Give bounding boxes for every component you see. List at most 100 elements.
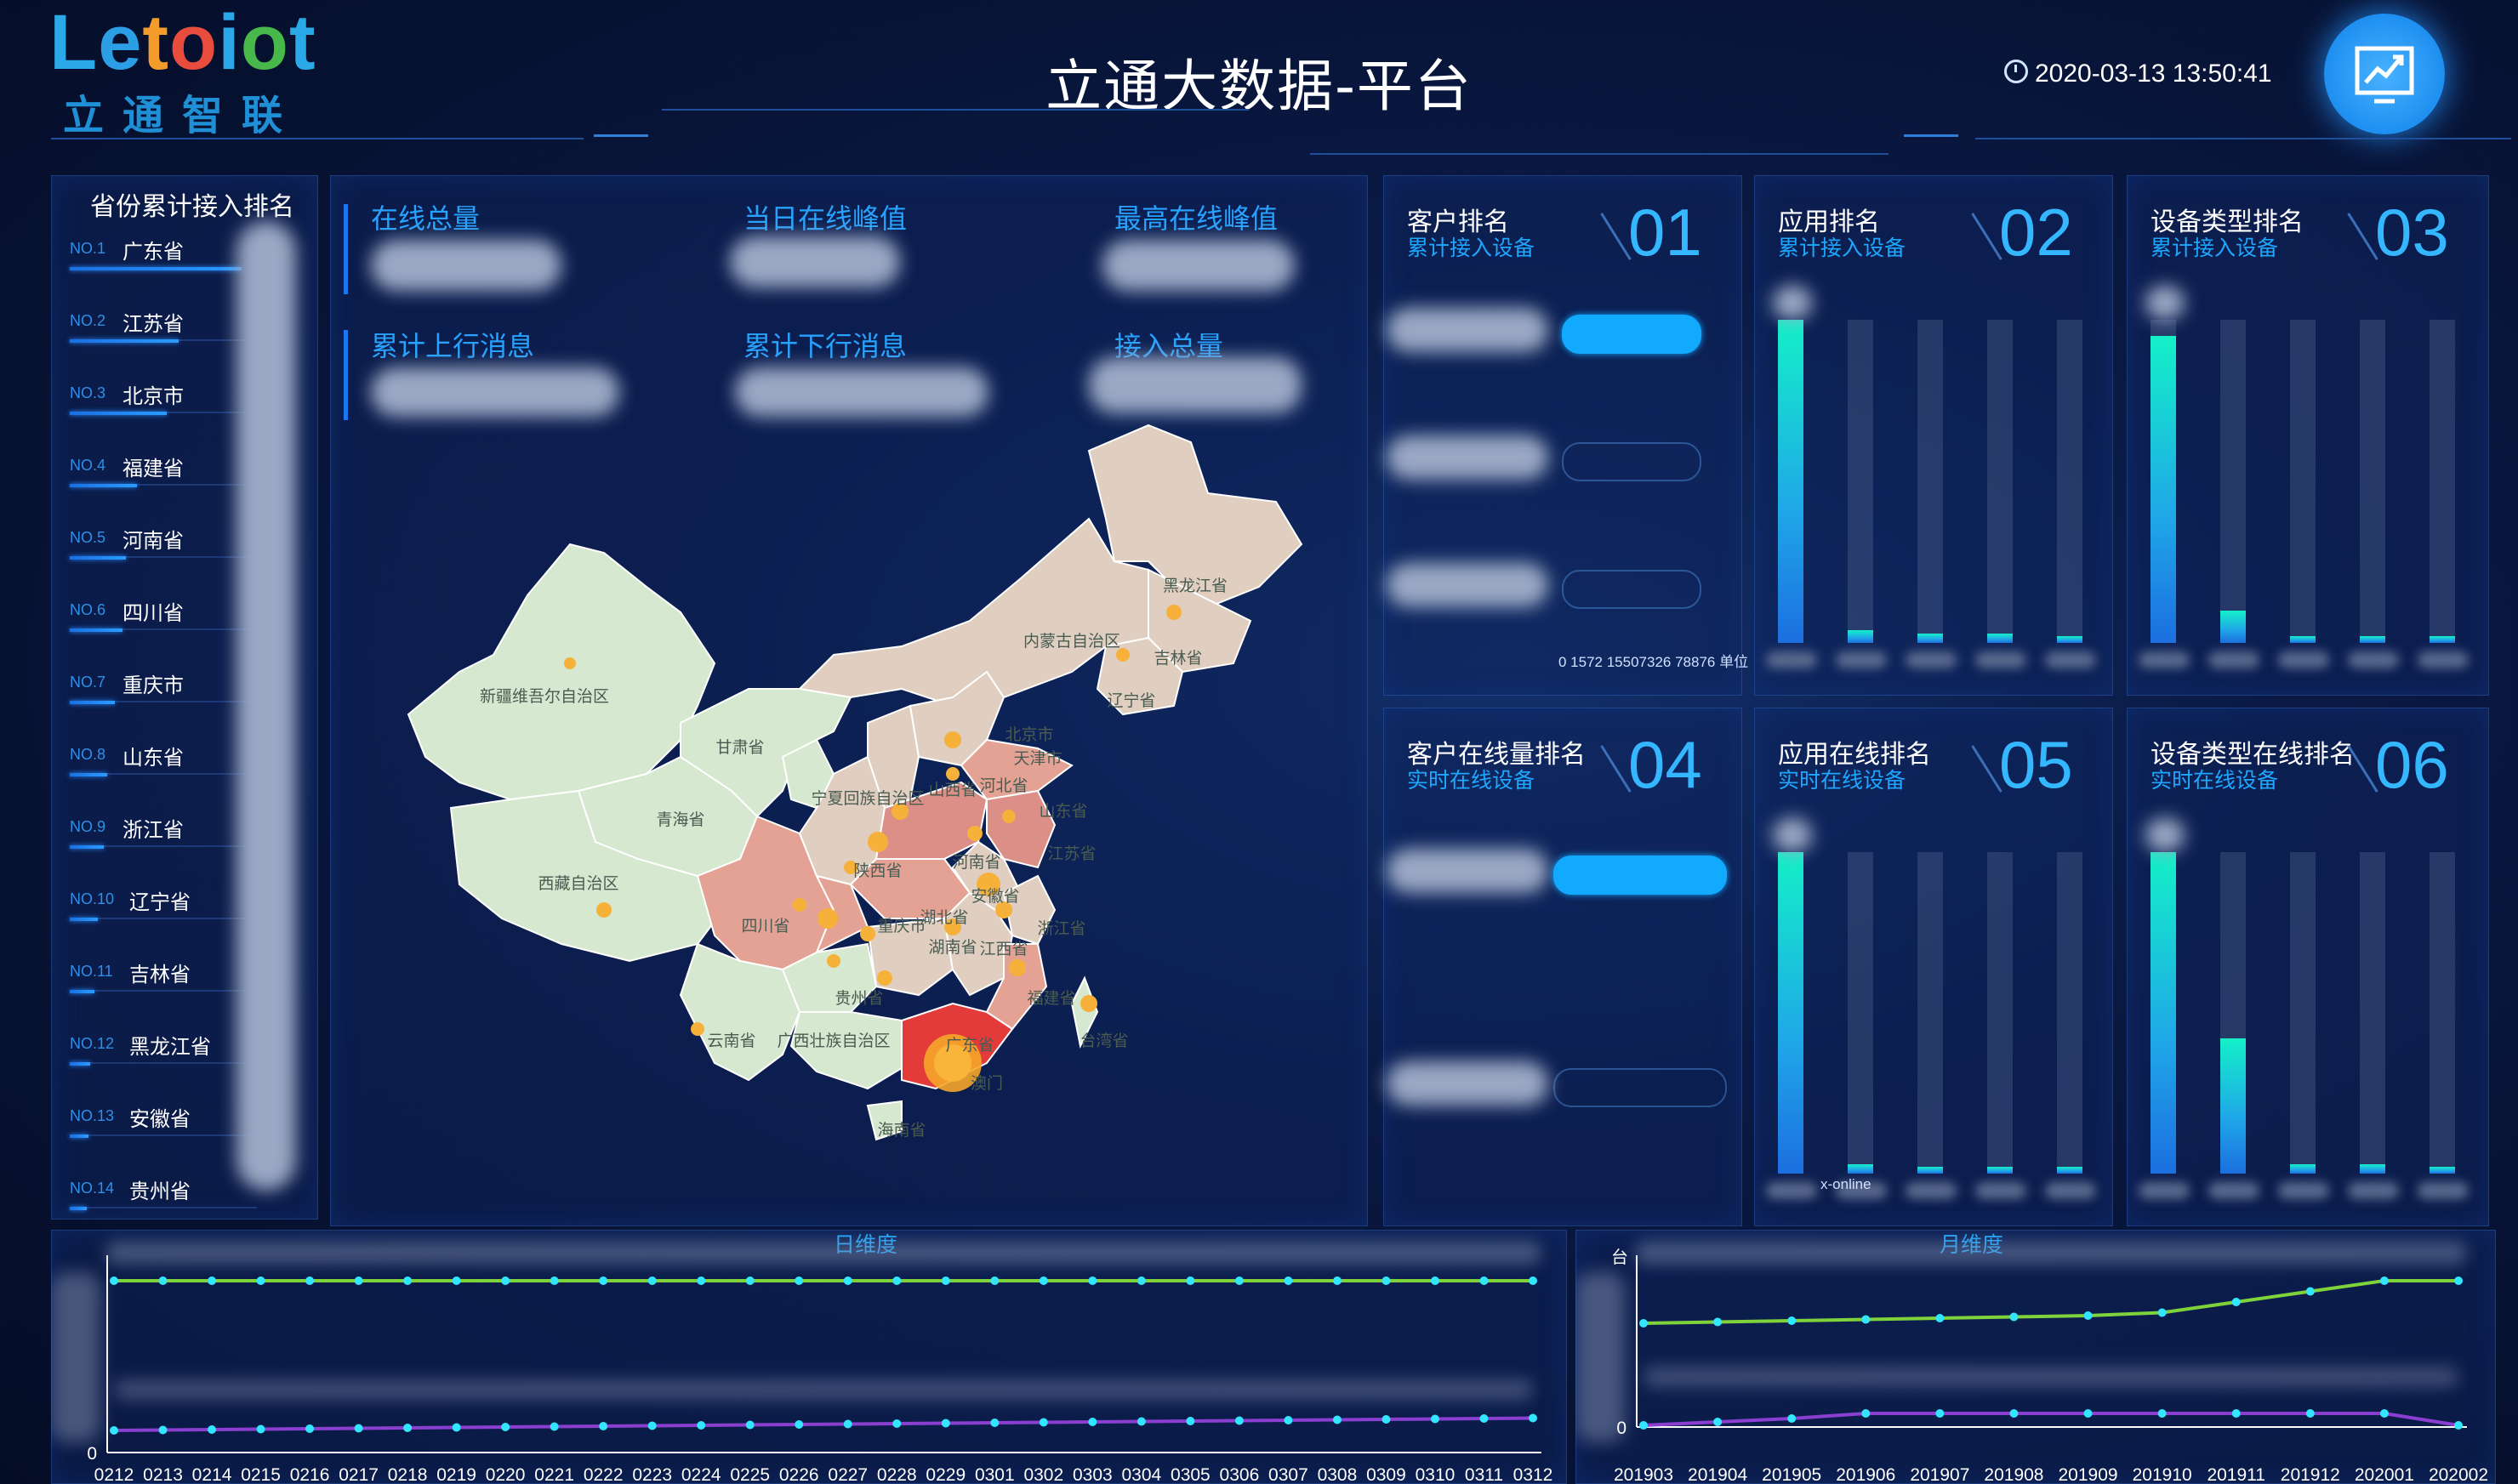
bar-track xyxy=(1987,852,2013,1174)
province-rank-number: NO.10 xyxy=(70,890,115,907)
map-region-label: 陕西省 xyxy=(853,861,902,880)
map-region[interactable] xyxy=(789,1011,912,1090)
province-rank-number: NO.8 xyxy=(70,746,106,763)
province-rank-number: NO.1 xyxy=(70,240,106,257)
data-point xyxy=(1861,1409,1871,1418)
x-tick-label: 0310 xyxy=(1416,1465,1456,1482)
province-name: 安徽省 xyxy=(129,1108,191,1131)
data-point xyxy=(892,1419,902,1428)
data-point xyxy=(2083,1409,2093,1418)
map-region-label: 四川省 xyxy=(741,917,789,935)
x-tick-label: 202002 xyxy=(2429,1465,2488,1482)
bar-track xyxy=(1917,852,1943,1174)
x-tick-label: 201905 xyxy=(1762,1465,1821,1482)
province-name: 黑龙江省 xyxy=(129,1036,211,1059)
map-region[interactable] xyxy=(797,517,1149,708)
data-point xyxy=(354,1424,363,1433)
stat-max-peak-label: 最高在线峰值 xyxy=(1114,203,1279,234)
x-tick-label: 201904 xyxy=(1688,1465,1747,1482)
card-subtitle: 累计接入设备 xyxy=(2151,236,2279,260)
x-tick-label: 0309 xyxy=(1366,1465,1406,1482)
province-name: 山东省 xyxy=(122,747,184,770)
bar-track xyxy=(2290,320,2316,643)
china-map[interactable]: 黑龙江省吉林省辽宁省 内蒙古自治区新疆维吾尔自治区甘肃省青海省西藏自治区四川省云南… xyxy=(357,417,1344,1216)
data-point xyxy=(501,1276,510,1285)
clock-icon xyxy=(2004,60,2028,83)
card-number: 06 xyxy=(2375,727,2449,802)
data-point xyxy=(697,1421,706,1430)
province-name: 吉林省 xyxy=(129,964,191,986)
data-point xyxy=(1332,1276,1342,1285)
data-point xyxy=(599,1422,608,1430)
map-region-label: 福建省 xyxy=(1027,989,1075,1008)
province-name: 福建省 xyxy=(122,458,184,480)
bar-track xyxy=(2360,320,2385,643)
datetime-text: 2020-03-13 13:50:41 xyxy=(2035,60,2272,88)
bar-fill xyxy=(2220,1038,2246,1174)
bar-label-blurred xyxy=(2418,1182,2469,1199)
data-point xyxy=(501,1423,510,1431)
stat-uplink-value-blurred xyxy=(371,367,619,417)
x-tick-label: 201910 xyxy=(2133,1465,2192,1482)
bar-track xyxy=(1848,852,1873,1174)
province-name: 重庆市 xyxy=(122,674,184,697)
data-point xyxy=(2009,1409,2019,1418)
y-zero-label: 0 xyxy=(87,1444,97,1464)
customer-name-blurred xyxy=(1387,1061,1548,1106)
x-tick-label: 0311 xyxy=(1465,1465,1503,1482)
data-point xyxy=(599,1276,608,1285)
map-region-label: 山西省 xyxy=(928,781,977,799)
y-ticks-blurred xyxy=(1575,1272,1625,1442)
bar-fill xyxy=(2057,1167,2082,1174)
card-number: 01 xyxy=(1628,195,1702,270)
x-tick-label: 201908 xyxy=(1984,1465,2043,1482)
bar-label-blurred xyxy=(1906,651,1957,668)
data-point xyxy=(1088,1276,1097,1285)
top-value-blurred xyxy=(2145,286,2185,320)
x-tick-label: 0225 xyxy=(730,1465,770,1482)
card-number: 05 xyxy=(1999,727,2073,802)
data-point xyxy=(1234,1416,1244,1425)
data-point xyxy=(1529,1413,1537,1423)
bar-fill xyxy=(2290,636,2316,643)
data-point xyxy=(1284,1416,1293,1424)
data-point xyxy=(795,1420,804,1429)
customer-bar xyxy=(1553,1068,1727,1107)
province-rank-number: NO.13 xyxy=(70,1107,115,1124)
top-value-blurred xyxy=(1773,286,1812,320)
data-point xyxy=(158,1276,168,1285)
province-name: 北京市 xyxy=(122,385,184,408)
series-line-purple xyxy=(1643,1412,2459,1427)
data-point xyxy=(1479,1414,1489,1423)
map-region-label: 湖北省 xyxy=(920,908,968,927)
bar-fill xyxy=(2360,636,2385,643)
x-tick-label: 0214 xyxy=(192,1465,232,1482)
x-tick-label: 0305 xyxy=(1171,1465,1211,1482)
province-rank-number: NO.12 xyxy=(70,1035,115,1052)
bar-track xyxy=(2220,320,2246,643)
data-point xyxy=(2379,1276,2389,1285)
data-point xyxy=(647,1421,657,1430)
top-values-blurred xyxy=(1635,1242,2467,1264)
x-tick-label: 0224 xyxy=(681,1465,721,1482)
datetime: 2020-03-13 13:50:41 xyxy=(2004,60,2272,88)
header-accent-left xyxy=(594,134,648,137)
stat-downlink-value-blurred xyxy=(735,367,988,417)
header-line-top-left xyxy=(662,109,1249,111)
data-point xyxy=(697,1276,706,1285)
x-tick-label: 201906 xyxy=(1836,1465,1895,1482)
data-point xyxy=(1479,1276,1489,1285)
bar-label-blurred xyxy=(1766,651,1817,668)
data-point xyxy=(2157,1409,2167,1418)
bar-fill xyxy=(2151,336,2176,643)
trend-chart-button[interactable] xyxy=(2324,14,2445,134)
card01-axis-ticks: 0 1572 15507326 78876 单位 xyxy=(1558,654,1749,670)
stats-accent-bar-1 xyxy=(344,204,348,294)
customer-name-blurred xyxy=(1387,308,1548,352)
map-region[interactable] xyxy=(407,543,716,801)
data-point xyxy=(1234,1276,1244,1285)
bar-fill xyxy=(1987,634,2013,643)
map-region-label: 江西省 xyxy=(979,940,1028,958)
card-subtitle: 实时在线设备 xyxy=(1778,769,1906,793)
stat-max-peak-value-blurred xyxy=(1102,240,1295,291)
